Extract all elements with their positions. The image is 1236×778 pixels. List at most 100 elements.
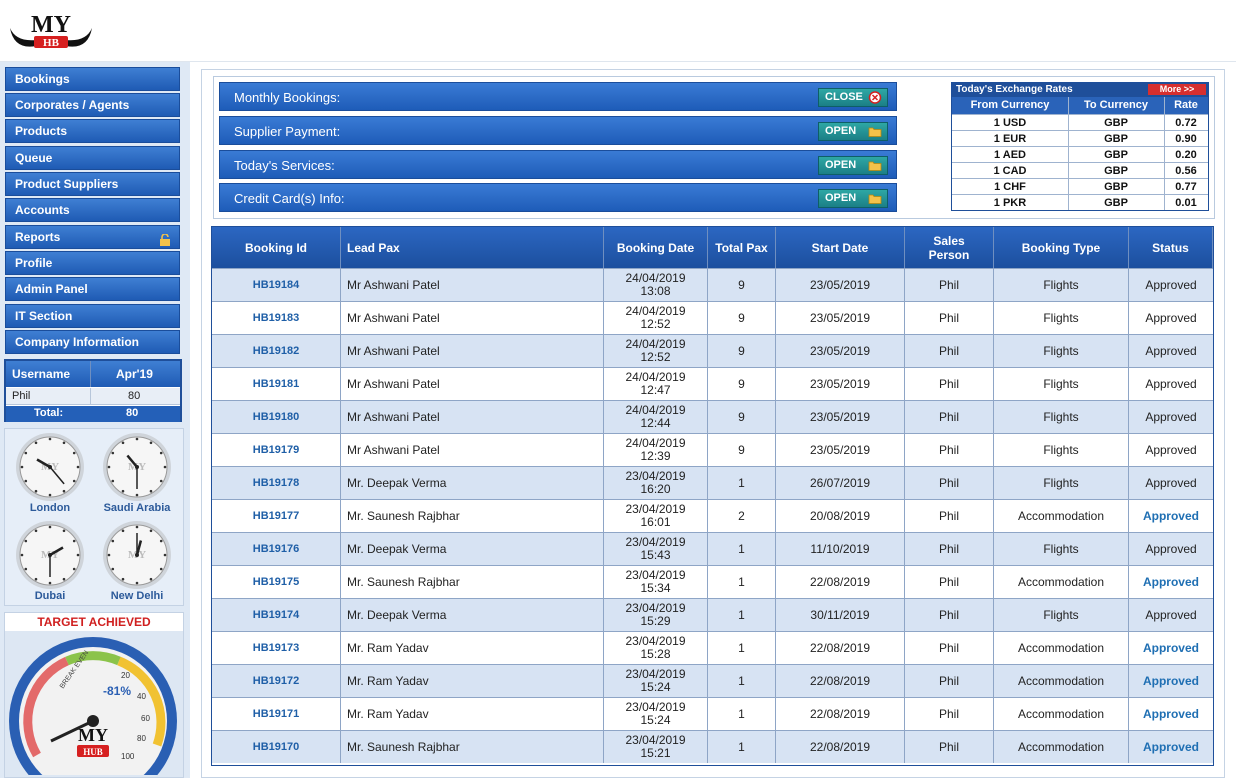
booking-id-link[interactable]: HB19170 <box>212 731 341 763</box>
panel-open-button[interactable]: OPEN <box>818 156 888 175</box>
clock-label-new-delhi: New Delhi <box>110 590 164 602</box>
sidebar-item-bookings[interactable]: Bookings <box>5 67 180 91</box>
status-link[interactable]: Approved <box>1129 632 1213 664</box>
lead-pax: Mr. Deepak Verma <box>341 533 604 565</box>
booking-date: 24/04/2019 12:44 <box>604 401 708 433</box>
column-header-sales-person[interactable]: Sales Person <box>905 227 994 268</box>
lead-pax: Mr. Saunesh Rajbhar <box>341 566 604 598</box>
booking-id-link[interactable]: HB19180 <box>212 401 341 433</box>
status-link[interactable]: Approved <box>1129 698 1213 730</box>
sidebar-item-products[interactable]: Products <box>5 119 180 143</box>
booking-date: 24/04/2019 12:52 <box>604 302 708 334</box>
folder-icon <box>868 159 882 172</box>
start-date: 22/08/2019 <box>776 566 905 598</box>
booking-id-link[interactable]: HB19179 <box>212 434 341 466</box>
total-pax: 9 <box>708 368 776 400</box>
booking-id-link[interactable]: HB19173 <box>212 632 341 664</box>
sidebar-item-queue[interactable]: Queue <box>5 146 180 170</box>
table-row[interactable]: HB19175 Mr. Saunesh Rajbhar 23/04/2019 15:3… <box>212 565 1213 598</box>
myhb-logo[interactable]: MY HB <box>6 6 96 56</box>
table-row[interactable]: HB19173 Mr. Ram Yadav 23/04/2019 15:28 1 22/0… <box>212 631 1213 664</box>
table-row[interactable]: HB19181 Mr Ashwani Patel 24/04/2019 12:47 9 2… <box>212 367 1213 400</box>
folder-icon <box>868 125 882 138</box>
sidebar-item-accounts[interactable]: Accounts <box>5 198 180 222</box>
table-row[interactable]: HB19180 Mr Ashwani Patel 24/04/2019 12:44 9 2… <box>212 400 1213 433</box>
panel-close-button[interactable]: CLOSE <box>818 88 888 107</box>
status-link[interactable]: Approved <box>1129 566 1213 598</box>
lead-pax: Mr Ashwani Patel <box>341 368 604 400</box>
table-row[interactable]: HB19172 Mr. Ram Yadav 23/04/2019 15:24 1 22/0… <box>212 664 1213 697</box>
booking-id-link[interactable]: HB19181 <box>212 368 341 400</box>
panel-label: Today's Services: <box>234 158 335 173</box>
column-header-booking-date[interactable]: Booking Date <box>604 227 708 268</box>
more-rates-button[interactable]: More >> <box>1148 84 1206 95</box>
table-row[interactable]: HB19179 Mr Ashwani Patel 24/04/2019 12:39 9 2… <box>212 433 1213 466</box>
booking-date: 23/04/2019 15:43 <box>604 533 708 565</box>
table-row[interactable]: HB19174 Mr. Deepak Verma 23/04/2019 15:29 1 3… <box>212 598 1213 631</box>
lead-pax: Mr Ashwani Patel <box>341 269 604 301</box>
start-date: 23/05/2019 <box>776 335 905 367</box>
bookings-table: Booking Id Lead Pax Booking Date Total Pax S… <box>211 226 1214 766</box>
sidebar-item-profile[interactable]: Profile <box>5 251 180 275</box>
column-header-booking-id[interactable]: Booking Id <box>212 227 341 268</box>
table-row[interactable]: HB19177 Mr. Saunesh Rajbhar 23/04/2019 16:0… <box>212 499 1213 532</box>
sidebar-item-admin-panel[interactable]: Admin Panel <box>5 277 180 301</box>
booking-date-time: 15:34 <box>640 581 671 595</box>
fx-to: GBP <box>1104 197 1128 209</box>
booking-id-link[interactable]: HB19176 <box>212 533 341 565</box>
column-header-start-date[interactable]: Start Date <box>776 227 905 268</box>
table-row[interactable]: HB19178 Mr. Deepak Verma 23/04/2019 16:20 1 2… <box>212 466 1213 499</box>
sidebar-item-corporates-agents[interactable]: Corporates / Agents <box>5 93 180 117</box>
status-link[interactable]: Approved <box>1129 731 1213 763</box>
booking-date-time: 12:47 <box>640 383 671 397</box>
column-header-lead-pax[interactable]: Lead Pax <box>341 227 604 268</box>
table-row[interactable]: HB19182 Mr Ashwani Patel 24/04/2019 12:52 9 2… <box>212 334 1213 367</box>
status-badge: Approved <box>1145 343 1197 358</box>
lead-pax: Mr. Deepak Verma <box>341 467 604 499</box>
column-header-total-pax[interactable]: Total Pax <box>708 227 776 268</box>
booking-id-link[interactable]: HB19172 <box>212 665 341 697</box>
booking-type: Flights <box>994 434 1129 466</box>
user-col-header: Username <box>12 367 71 381</box>
clock-label-saudi-arabia: Saudi Arabia <box>103 502 171 514</box>
panel-supplier-payment: Supplier Payment: OPEN <box>219 116 897 145</box>
sidebar-item-label: Company Information <box>15 335 140 349</box>
column-header-booking-type[interactable]: Booking Type <box>994 227 1129 268</box>
booking-id-link[interactable]: HB19171 <box>212 698 341 730</box>
table-row[interactable]: HB19176 Mr. Deepak Verma 23/04/2019 15:43 1 1… <box>212 532 1213 565</box>
sidebar-item-label: Reports <box>15 230 61 244</box>
booking-id-link[interactable]: HB19177 <box>212 500 341 532</box>
panel-today-s-services: Today's Services: OPEN <box>219 150 897 179</box>
panel-open-button[interactable]: OPEN <box>818 122 888 141</box>
table-row[interactable]: HB19171 Mr. Ram Yadav 23/04/2019 15:24 1 22/0… <box>212 697 1213 730</box>
fx-rate: 0.72 <box>1175 117 1197 129</box>
booking-id-link[interactable]: HB19175 <box>212 566 341 598</box>
booking-id-link[interactable]: HB19184 <box>212 269 341 301</box>
sidebar-item-product-suppliers[interactable]: Product Suppliers <box>5 172 180 196</box>
booking-type: Flights <box>994 368 1129 400</box>
column-header-status[interactable]: Status <box>1129 227 1213 268</box>
start-date: 26/07/2019 <box>776 467 905 499</box>
status-badge: Approved <box>1145 607 1197 622</box>
booking-id-link[interactable]: HB19178 <box>212 467 341 499</box>
status-link[interactable]: Approved <box>1129 500 1213 532</box>
lead-pax: Mr Ashwani Patel <box>341 434 604 466</box>
table-row[interactable]: HB19184 Mr Ashwani Patel 24/04/2019 13:08 9 2… <box>212 268 1213 301</box>
booking-id-link[interactable]: HB19174 <box>212 599 341 631</box>
sidebar-item-it-section[interactable]: IT Section <box>5 304 180 328</box>
booking-id-link[interactable]: HB19182 <box>212 335 341 367</box>
panel-open-button[interactable]: OPEN <box>818 189 888 208</box>
sales-person: Phil <box>905 434 994 466</box>
table-row[interactable]: HB19183 Mr Ashwani Patel 24/04/2019 12:52 9 2… <box>212 301 1213 334</box>
status-link[interactable]: Approved <box>1129 665 1213 697</box>
sidebar-item-reports[interactable]: Reports <box>5 225 180 249</box>
booking-date: 23/04/2019 16:20 <box>604 467 708 499</box>
sidebar-item-company-information[interactable]: Company Information <box>5 330 180 354</box>
clock-label-dubai: Dubai <box>34 590 66 602</box>
booking-id-link[interactable]: HB19183 <box>212 302 341 334</box>
sales-person: Phil <box>905 500 994 532</box>
user-stats-table: Username Apr'19 Phil 80 Total: 80 <box>4 359 182 422</box>
table-row[interactable]: HB19170 Mr. Saunesh Rajbhar 23/04/2019 15:2… <box>212 730 1213 763</box>
panel-button-label: OPEN <box>825 125 857 137</box>
booking-type: Flights <box>994 467 1129 499</box>
